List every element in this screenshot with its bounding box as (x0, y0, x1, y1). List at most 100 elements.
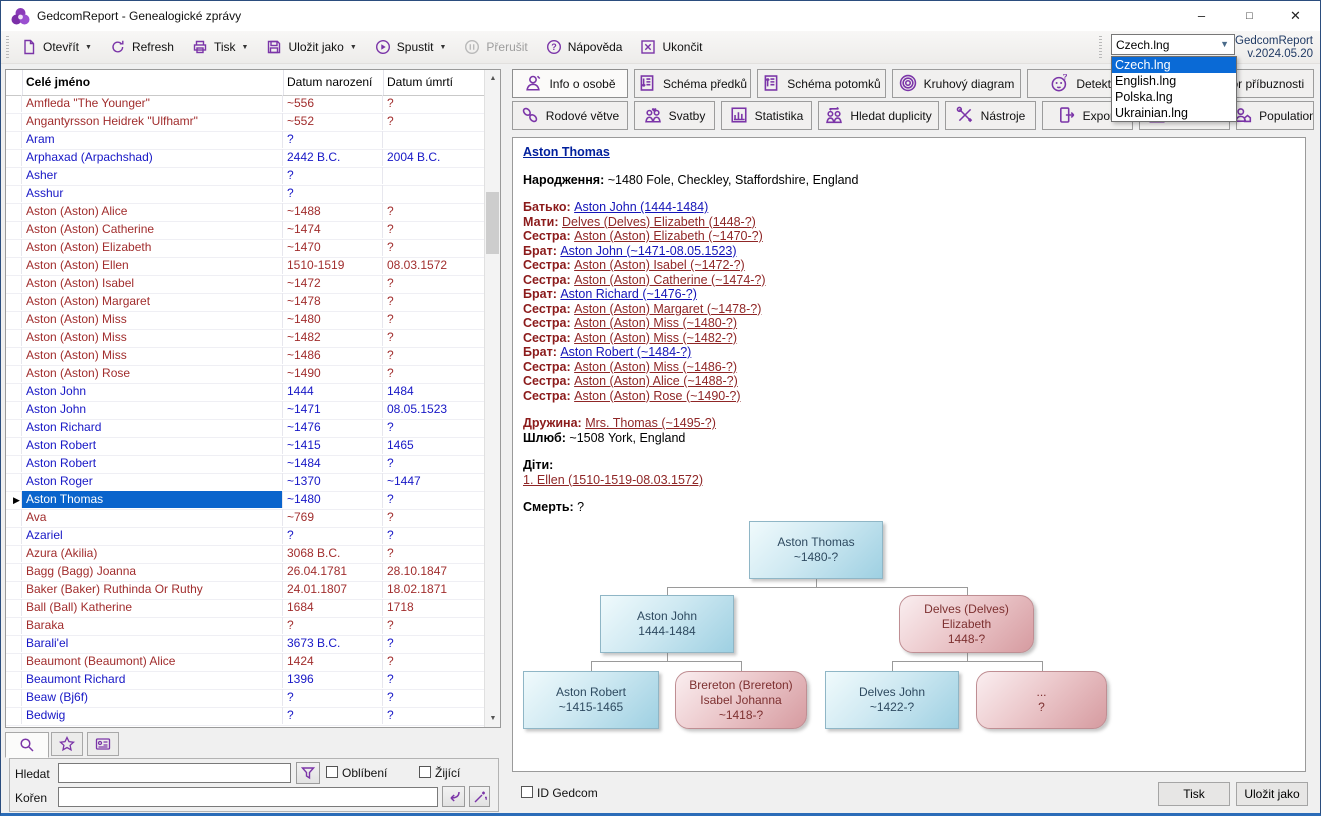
cell-death-date[interactable]: ? (383, 509, 484, 526)
cell-birth-date[interactable]: ? (283, 707, 383, 724)
language-option[interactable]: Ukrainian.lng (1112, 105, 1236, 121)
cell-full-name[interactable]: Bedwig (22, 707, 283, 724)
table-row[interactable]: Bagg (Bagg) Joanna26.04.178128.10.1847 (6, 563, 484, 582)
cell-birth-date[interactable]: ~1478 (283, 293, 383, 310)
cell-full-name[interactable]: Baker (Baker) Ruthinda Or Ruthy (22, 581, 283, 598)
filter-button[interactable] (296, 762, 320, 784)
cell-birth-date[interactable]: 1684 (283, 599, 383, 616)
scroll-down-icon[interactable]: ▼ (485, 710, 501, 727)
cell-full-name[interactable]: Aston Richard (22, 419, 283, 436)
cell-full-name[interactable]: Aston (Aston) Miss (22, 311, 283, 328)
feature-tab-sch-ma-potomk-[interactable]: Schéma potomků (757, 69, 886, 98)
table-row[interactable]: Beaumont Richard1396? (6, 671, 484, 690)
cell-birth-date[interactable]: ~556 (283, 95, 383, 112)
cell-death-date[interactable]: ? (383, 635, 484, 652)
table-row[interactable]: Ava~769? (6, 509, 484, 528)
cell-death-date[interactable] (383, 167, 484, 184)
feature-tab-population[interactable]: Population (1236, 101, 1314, 130)
dropdown-arrow-icon[interactable]: ▼ (85, 44, 92, 51)
cell-full-name[interactable]: Ball (Ball) Katherine (22, 599, 283, 616)
table-row[interactable]: Aston (Aston) Rose~1490? (6, 365, 484, 384)
table-row[interactable]: Aston (Aston) Catherine~1474? (6, 221, 484, 240)
feature-tab-n-stroje[interactable]: Nástroje (945, 101, 1036, 130)
cell-birth-date[interactable]: ? (283, 689, 383, 706)
tree-node[interactable]: Aston Robert~1415-1465 (523, 671, 659, 729)
cell-full-name[interactable]: Beaw (Bj6f) (22, 689, 283, 706)
otev-t-button[interactable]: Otevřít▼ (13, 36, 100, 59)
tab-search[interactable] (5, 732, 49, 758)
cell-birth-date[interactable]: ~1480 (283, 311, 383, 328)
table-row[interactable]: Angantyrsson Heidrek "Ulfhamr"~552? (6, 113, 484, 132)
feature-tab-sch-ma-p-edk-[interactable]: Schéma předků (634, 69, 751, 98)
cell-death-date[interactable]: ? (383, 617, 484, 634)
cell-death-date[interactable]: ? (383, 203, 484, 220)
table-row[interactable]: Arphaxad (Arpachshad)2442 B.C.2004 B.C. (6, 149, 484, 168)
cell-death-date[interactable]: ? (383, 671, 484, 688)
table-row[interactable]: Azura (Akilia)3068 B.C.? (6, 545, 484, 564)
cell-death-date[interactable]: ? (383, 527, 484, 544)
cell-full-name[interactable]: Aston John (22, 401, 283, 418)
cell-full-name[interactable]: Aston (Aston) Catherine (22, 221, 283, 238)
cell-birth-date[interactable]: ? (283, 167, 383, 184)
cell-death-date[interactable]: 18.02.1871 (383, 581, 484, 598)
print-button[interactable]: Tisk (1158, 782, 1230, 806)
cell-death-date[interactable]: 1718 (383, 599, 484, 616)
dropdown-arrow-icon[interactable]: ▼ (350, 44, 357, 51)
cell-death-date[interactable]: 2004 B.C. (383, 149, 484, 166)
table-row[interactable]: Baker (Baker) Ruthinda Or Ruthy24.01.180… (6, 581, 484, 600)
cell-birth-date[interactable]: ? (283, 131, 383, 148)
cell-full-name[interactable]: Angantyrsson Heidrek "Ulfhamr" (22, 113, 283, 130)
table-row[interactable]: Aston (Aston) Ellen1510-151908.03.1572 (6, 257, 484, 276)
tree-node[interactable]: Aston John1444-1484 (600, 595, 734, 653)
cell-full-name[interactable]: Azura (Akilia) (22, 545, 283, 562)
cell-death-date[interactable]: ? (383, 689, 484, 706)
feature-tab-statistika[interactable]: Statistika (721, 101, 812, 130)
cell-death-date[interactable]: ? (383, 707, 484, 724)
favorites-checkbox[interactable] (326, 766, 338, 778)
cell-birth-date[interactable]: ~552 (283, 113, 383, 130)
cell-birth-date[interactable]: ~1476 (283, 419, 383, 436)
table-header[interactable]: Celé jméno Datum narození Datum úmrtí (6, 70, 500, 96)
tab-favorites[interactable] (51, 732, 83, 756)
table-row[interactable]: Asher? (6, 167, 484, 186)
feature-tab-kruhov-diagram[interactable]: Kruhový diagram (892, 69, 1021, 98)
cell-birth-date[interactable]: ~1486 (283, 347, 383, 364)
set-root-button[interactable] (442, 786, 465, 807)
feature-tab-svatby[interactable]: Svatby (634, 101, 715, 130)
scroll-up-icon[interactable]: ▲ (485, 70, 501, 87)
table-row[interactable]: Aston (Aston) Alice~1488? (6, 203, 484, 222)
table-row[interactable]: Aston (Aston) Margaret~1478? (6, 293, 484, 312)
cell-birth-date[interactable]: ~1471 (283, 401, 383, 418)
root-input[interactable] (58, 787, 438, 807)
table-row[interactable]: Aston Robert~14151465 (6, 437, 484, 456)
cell-death-date[interactable]: 28.10.1847 (383, 563, 484, 580)
maximize-button[interactable]: □ (1227, 1, 1272, 31)
table-row[interactable]: Aston Richard~1476? (6, 419, 484, 438)
cell-full-name[interactable]: Aram (22, 131, 283, 148)
cell-death-date[interactable]: ? (383, 365, 484, 382)
minimize-button[interactable]: – (1179, 1, 1224, 31)
cell-birth-date[interactable]: ~1474 (283, 221, 383, 238)
tree-node[interactable]: Delves John~1422-? (825, 671, 959, 729)
cell-death-date[interactable]: ? (383, 653, 484, 670)
toolbar-grip[interactable] (6, 36, 9, 58)
dropdown-arrow-icon[interactable]: ▼ (439, 44, 446, 51)
cell-full-name[interactable]: Baraka (22, 617, 283, 634)
table-row[interactable]: Azariel?? (6, 527, 484, 546)
language-combobox[interactable]: Czech.lng ▼ (1111, 34, 1235, 55)
language-option[interactable]: English.lng (1112, 73, 1236, 89)
table-row[interactable]: Aston Robert~1484? (6, 455, 484, 474)
cell-death-date[interactable]: ? (383, 545, 484, 562)
tab-person-card[interactable] (87, 732, 119, 756)
toolbar-grip-right[interactable] (1099, 36, 1102, 58)
table-row[interactable]: Aston (Aston) Miss~1482? (6, 329, 484, 348)
cell-death-date[interactable]: 1465 (383, 437, 484, 454)
ukon-it-button[interactable]: Ukončit (632, 36, 710, 59)
table-row[interactable]: ▶Aston Thomas~1480? (6, 491, 484, 510)
cell-full-name[interactable]: Aston (Aston) Miss (22, 329, 283, 346)
table-row[interactable]: Beaumont (Beaumont) Alice1424? (6, 653, 484, 672)
cell-death-date[interactable] (383, 131, 484, 148)
table-row[interactable]: Aston John14441484 (6, 383, 484, 402)
cell-full-name[interactable]: Aston (Aston) Elizabeth (22, 239, 283, 256)
cell-death-date[interactable]: ~1447 (383, 473, 484, 490)
